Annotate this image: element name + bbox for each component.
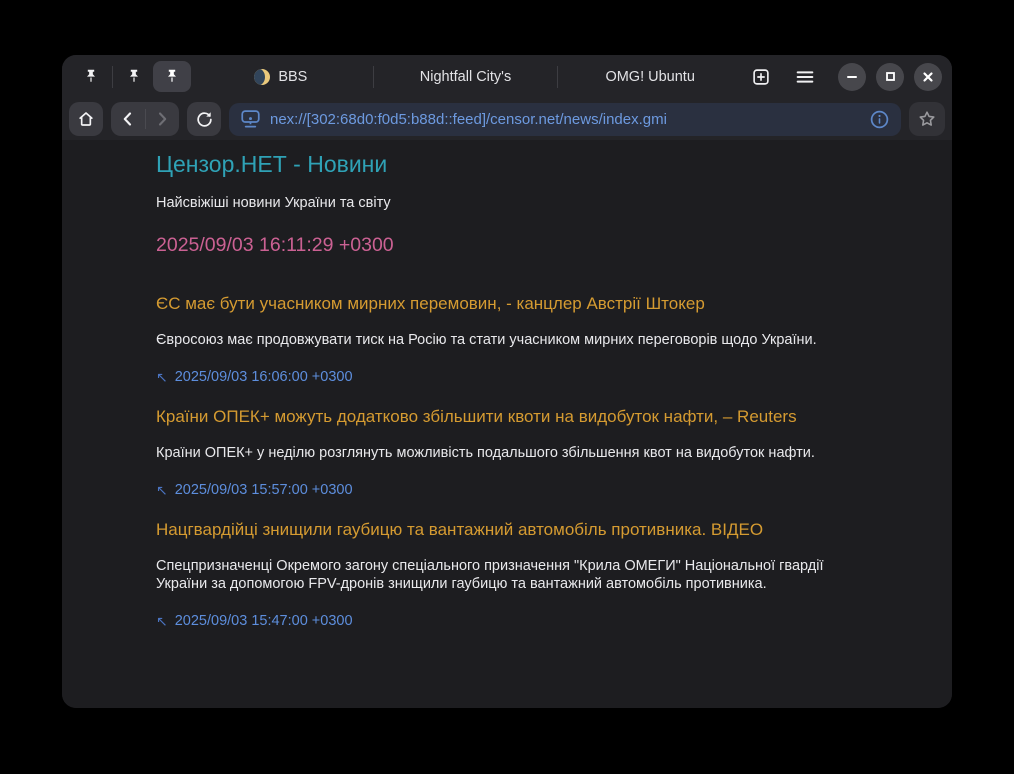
forward-icon: [154, 111, 170, 127]
article-timestamp-link[interactable]: ↖ 2025/09/03 15:47:00 +0300: [156, 613, 353, 630]
close-button[interactable]: [914, 63, 942, 91]
crescent-moon-icon: [254, 69, 270, 85]
article-heading: Країни ОПЕК+ можуть додатково збільшити …: [156, 406, 932, 427]
maximize-icon: [885, 71, 896, 82]
article-summary: Євросоюз має продовжувати тиск на Росію …: [156, 331, 824, 349]
article-summary: Країни ОПЕК+ у неділю розглянуть можливі…: [156, 444, 824, 462]
tab-label: Nightfall City's: [420, 69, 511, 85]
star-icon: [917, 109, 937, 129]
pushpin-icon: [83, 68, 99, 85]
tab-omg-ubuntu[interactable]: OMG! Ubuntu: [560, 55, 740, 98]
link-arrow-icon: ↖: [156, 482, 168, 499]
new-tab-button[interactable]: [746, 62, 776, 92]
link-arrow-icon: ↖: [156, 613, 168, 630]
pinned-tab-2[interactable]: [115, 61, 153, 92]
reload-icon: [195, 110, 214, 129]
article-heading: Нацгвардійці знищили гаубицю та вантажни…: [156, 519, 932, 540]
tab-nightfall-citys[interactable]: Nightfall City's: [376, 55, 556, 98]
new-tab-icon: [750, 66, 772, 88]
home-button[interactable]: [69, 102, 103, 136]
back-button[interactable]: [111, 102, 145, 136]
browser-window: BBS Nightfall City's OMG! Ubuntu: [62, 55, 952, 708]
minimize-icon: [846, 71, 858, 83]
pinned-tab-3-active[interactable]: [153, 61, 191, 92]
tab-separator: [373, 66, 374, 88]
article-link-label: 2025/09/03 16:06:00 +0300: [175, 369, 353, 386]
back-forward-group: [111, 102, 179, 136]
hamburger-icon: [794, 66, 816, 88]
close-icon: [922, 71, 934, 83]
url-text[interactable]: nex://[302:68d0:f0d5:b88d::feed]/censor.…: [270, 111, 860, 128]
tab-separator: [557, 66, 558, 88]
maximize-button[interactable]: [876, 63, 904, 91]
tab-label: BBS: [278, 69, 307, 85]
navigation-bar: nex://[302:68d0:f0d5:b88d::feed]/censor.…: [62, 98, 952, 140]
news-article: Нацгвардійці знищили гаубицю та вантажни…: [156, 519, 932, 630]
article-link-label: 2025/09/03 15:47:00 +0300: [175, 613, 353, 630]
pinned-tab-1[interactable]: [72, 61, 110, 92]
page-subtitle: Найсвіжіші новини України та світу: [156, 194, 932, 212]
page-info-icon[interactable]: [869, 109, 890, 130]
article-link-label: 2025/09/03 15:57:00 +0300: [175, 482, 353, 499]
pushpin-icon: [164, 68, 180, 85]
home-icon: [76, 109, 96, 129]
link-arrow-icon: ↖: [156, 369, 168, 386]
terminal-monitor-icon: [240, 109, 261, 129]
tab-bbs[interactable]: BBS: [191, 55, 371, 98]
url-bar[interactable]: nex://[302:68d0:f0d5:b88d::feed]/censor.…: [229, 103, 901, 136]
article-summary: Спецпризначенці Окремого загону спеціаль…: [156, 557, 824, 593]
pushpin-icon: [126, 68, 142, 85]
reload-button[interactable]: [187, 102, 221, 136]
article-heading: ЄС має бути учасником мирних перемовин, …: [156, 293, 932, 314]
menu-button[interactable]: [790, 62, 820, 92]
page-content: Цензор.НЕТ - Новини Найсвіжіші новини Ук…: [62, 140, 952, 708]
feed-updated-heading: 2025/09/03 16:11:29 +0300: [156, 233, 932, 257]
minimize-button[interactable]: [838, 63, 866, 91]
news-article: Країни ОПЕК+ можуть додатково збільшити …: [156, 406, 932, 499]
tab-label: OMG! Ubuntu: [605, 69, 694, 85]
back-icon: [120, 111, 136, 127]
bookmark-button[interactable]: [909, 102, 945, 136]
tab-bar: BBS Nightfall City's OMG! Ubuntu: [62, 55, 952, 98]
forward-button[interactable]: [146, 102, 180, 136]
tab-separator: [112, 66, 113, 88]
article-timestamp-link[interactable]: ↖ 2025/09/03 16:06:00 +0300: [156, 369, 353, 386]
page-title: Цензор.НЕТ - Новини: [156, 150, 932, 178]
article-timestamp-link[interactable]: ↖ 2025/09/03 15:57:00 +0300: [156, 482, 353, 499]
news-article: ЄС має бути учасником мирних перемовин, …: [156, 293, 932, 386]
